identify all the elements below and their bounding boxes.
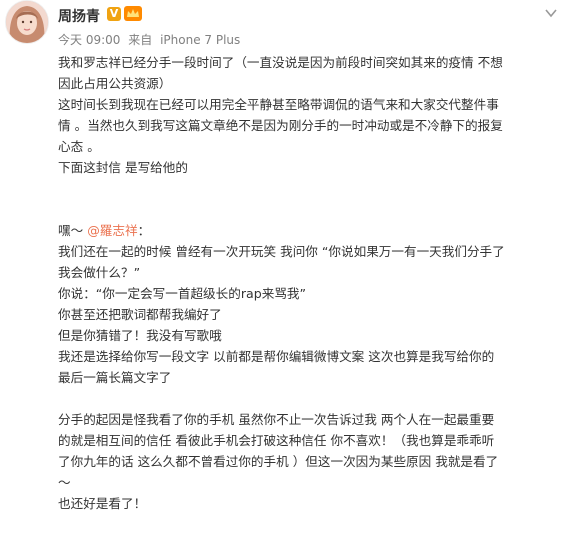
post-source[interactable]: iPhone 7 Plus xyxy=(160,33,240,47)
text-line: 我们还在一起的时候 曾经有一次开玩笑 我问你 “你说如果万一有一天我们分手了 xyxy=(58,244,505,259)
post-source-prefix: 来自 xyxy=(128,33,153,47)
text-line: ～ xyxy=(58,475,71,490)
greeting-prefix: 嘿～ xyxy=(58,223,88,238)
weibo-post: 周扬青 V 今天 09:00 来自 iPhone 7 Plus 我和罗志祥已经分… xyxy=(0,0,569,548)
avatar[interactable] xyxy=(5,0,49,44)
text-line: 的就是相互间的信任 看彼此手机会打破这种信任 你不喜欢！（我也算是乖乖听 xyxy=(58,433,495,448)
text-line: 因此占用公共资源） xyxy=(58,76,172,91)
verified-badge-icon: V xyxy=(107,7,121,21)
post-time[interactable]: 今天 09:00 xyxy=(58,33,120,47)
text-line: 下面这封信 是写给他的 xyxy=(58,160,188,175)
post-body: 我和罗志祥已经分手一段时间了（一直没说是因为前段时间突如其来的疫情 不想 因此占… xyxy=(58,52,556,514)
chevron-down-icon[interactable] xyxy=(544,8,558,18)
text-line: 了你九年的话 这么久都不曾看过你的手机 ）但这一次因为某些原因 我就是看了 xyxy=(58,454,499,469)
mention-link[interactable]: @羅志祥 xyxy=(87,223,137,238)
text-line: 我和罗志祥已经分手一段时间了（一直没说是因为前段时间突如其来的疫情 不想 xyxy=(58,55,503,70)
post-meta: 今天 09:00 来自 iPhone 7 Plus xyxy=(58,31,244,48)
text-line: 你甚至还把歌词都帮我编好了 xyxy=(58,307,222,322)
text-line: 但是你猜错了！我没有写歌哦 xyxy=(58,328,222,343)
greeting-suffix: ： xyxy=(137,223,151,238)
text-line: 分手的起因是怪我看了你的手机 虽然你不止一次告诉过我 两个人在一起最重要 xyxy=(58,412,495,427)
greeting-line: 嘿～ @羅志祥： xyxy=(58,220,556,241)
text-line: 我还是选择给你写一段文字 以前都是帮你编辑微博文案 这次也算是我写给你的 xyxy=(58,349,495,364)
text-line: 你说：“你一定会写一首超级长的rap来骂我” xyxy=(58,286,307,301)
text-line: 这时间长到我现在已经可以用完全平静甚至略带调侃的语气来和大家交代整件事 xyxy=(58,97,499,112)
avatar-image xyxy=(6,1,48,43)
user-name[interactable]: 周扬青 xyxy=(58,6,100,26)
text-line: 最后一篇长篇文字了 xyxy=(58,370,172,385)
text-line: 情 。当然也久到我写这篇文章绝不是因为刚分手的一时冲动或是不冷静下的报复 xyxy=(58,118,503,133)
text-line: 心态 。 xyxy=(58,139,100,154)
text-line: 我会做什么？” xyxy=(58,265,141,280)
vip-crown-icon[interactable] xyxy=(124,6,142,21)
text-line: 也还好是看了！ xyxy=(58,496,147,511)
